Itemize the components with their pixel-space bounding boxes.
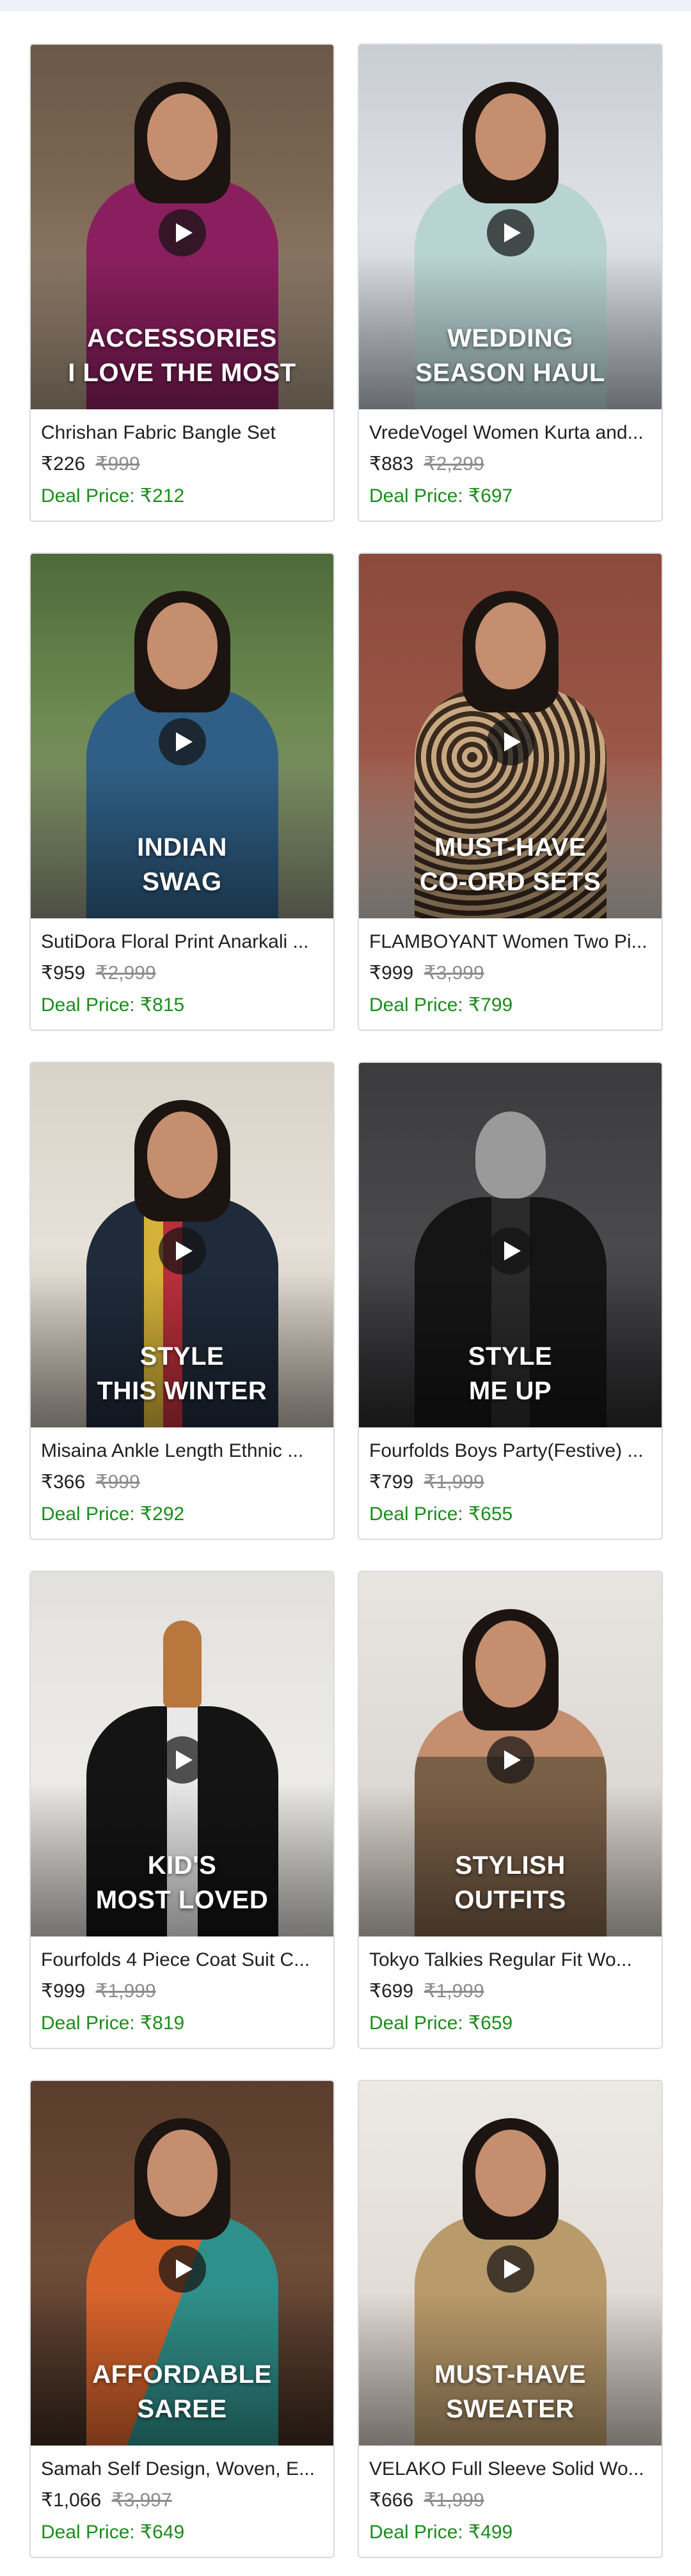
play-icon (175, 1241, 193, 1261)
selling-price: ₹1,066 (41, 2490, 102, 2511)
original-price: ₹2,299 (424, 453, 484, 475)
product-card[interactable]: KID'S MOST LOVED Fourfolds 4 Piece Coat … (29, 1571, 335, 2049)
original-price: ₹999 (95, 453, 140, 475)
selling-price: ₹799 (369, 1472, 414, 1493)
product-video-grid: ACCESSORIES I LOVE THE MOST Chrishan Fab… (29, 43, 663, 2558)
product-name[interactable]: Fourfolds 4 Piece Coat Suit C... (41, 1948, 323, 1972)
video-thumbnail[interactable]: STYLISH OUTFITS (359, 1572, 662, 1936)
video-thumbnail[interactable]: STYLE ME UP (359, 1063, 662, 1427)
product-name[interactable]: Misaina Ankle Length Ethnic ... (41, 1439, 323, 1463)
selling-price: ₹999 (369, 962, 414, 984)
product-card[interactable]: STYLISH OUTFITS Tokyo Talkies Regular Fi… (358, 1571, 663, 2049)
play-button[interactable] (486, 1736, 534, 1784)
deal-price: Deal Price: ₹649 (41, 2522, 185, 2543)
selling-price: ₹699 (369, 1981, 414, 2002)
play-button[interactable] (486, 1227, 534, 1275)
deal-price: Deal Price: ₹292 (41, 1504, 185, 1525)
selling-price: ₹366 (41, 1472, 86, 1493)
play-icon (504, 1750, 521, 1770)
product-card[interactable]: MUST-HAVE SWEATER VELAKO Full Sleeve Sol… (358, 2080, 663, 2558)
play-button[interactable] (486, 2245, 534, 2293)
original-price: ₹999 (95, 1472, 140, 1493)
play-icon (504, 1241, 521, 1261)
play-icon (504, 223, 521, 242)
deal-price: Deal Price: ₹815 (41, 994, 185, 1016)
video-thumbnail[interactable]: STYLE THIS WINTER (31, 1063, 333, 1427)
play-icon (175, 732, 193, 751)
selling-price: ₹999 (41, 1981, 86, 2002)
product-name[interactable]: Tokyo Talkies Regular Fit Wo... (369, 1948, 651, 1972)
product-name[interactable]: VredeVogel Women Kurta and... (369, 421, 651, 445)
product-name[interactable]: Samah Self Design, Woven, E... (41, 2457, 323, 2481)
video-thumbnail[interactable]: INDIAN SWAG (31, 554, 333, 918)
video-overlay-title: STYLISH OUTFITS (454, 1851, 566, 1914)
product-card[interactable]: AFFORDABLE SAREE Samah Self Design, Wove… (29, 2080, 335, 2558)
top-strip (0, 0, 691, 12)
video-overlay-title: AFFORDABLE SAREE (92, 2360, 272, 2423)
play-icon (175, 223, 193, 242)
video-thumbnail[interactable]: KID'S MOST LOVED (31, 1572, 333, 1936)
deal-price: Deal Price: ₹499 (369, 2522, 513, 2543)
video-overlay-title: KID'S MOST LOVED (95, 1851, 269, 1914)
deal-price: Deal Price: ₹212 (41, 485, 185, 507)
product-card[interactable]: ACCESSORIES I LOVE THE MOST Chrishan Fab… (29, 43, 335, 522)
original-price: ₹1,999 (424, 1981, 484, 2002)
video-thumbnail[interactable]: MUST-HAVE SWEATER (359, 2081, 662, 2446)
play-button[interactable] (158, 2245, 206, 2293)
video-overlay-title: STYLE THIS WINTER (97, 1342, 267, 1405)
product-name[interactable]: Fourfolds Boys Party(Festive) ... (369, 1439, 651, 1463)
video-thumbnail[interactable]: AFFORDABLE SAREE (31, 2081, 333, 2446)
play-button[interactable] (486, 718, 534, 766)
product-card[interactable]: WEDDING SEASON HAUL VredeVogel Women Kur… (358, 43, 663, 522)
selling-price: ₹883 (369, 453, 414, 475)
product-card[interactable]: INDIAN SWAG SutiDora Floral Print Anarka… (29, 553, 335, 1031)
product-name[interactable]: Chrishan Fabric Bangle Set (41, 421, 323, 445)
video-overlay-title: INDIAN SWAG (137, 833, 227, 896)
product-card[interactable]: STYLE ME UP Fourfolds Boys Party(Festive… (358, 1062, 663, 1540)
play-icon (504, 732, 521, 751)
play-button[interactable] (158, 1227, 206, 1275)
play-icon (175, 2259, 193, 2279)
deal-price: Deal Price: ₹659 (369, 2013, 513, 2034)
original-price: ₹1,999 (424, 2490, 484, 2511)
play-icon (504, 2259, 521, 2279)
video-thumbnail[interactable]: MUST-HAVE CO-ORD SETS (359, 554, 662, 918)
video-overlay-title: STYLE ME UP (468, 1342, 553, 1405)
video-overlay-title: ACCESSORIES I LOVE THE MOST (68, 324, 296, 387)
selling-price: ₹959 (41, 962, 86, 984)
original-price: ₹1,999 (95, 1981, 156, 2002)
original-price: ₹2,999 (95, 962, 156, 984)
deal-price: Deal Price: ₹697 (369, 485, 513, 507)
deal-price: Deal Price: ₹655 (369, 1504, 513, 1525)
product-card[interactable]: MUST-HAVE CO-ORD SETS FLAMBOYANT Women T… (358, 553, 663, 1031)
selling-price: ₹226 (41, 453, 86, 475)
video-overlay-title: MUST-HAVE SWEATER (434, 2360, 587, 2423)
deal-price: Deal Price: ₹799 (369, 994, 513, 1016)
play-button[interactable] (158, 1736, 206, 1784)
original-price: ₹3,999 (424, 962, 484, 984)
play-button[interactable] (158, 718, 206, 766)
selling-price: ₹666 (369, 2490, 414, 2511)
product-name[interactable]: FLAMBOYANT Women Two Pi... (369, 930, 651, 954)
product-card[interactable]: STYLE THIS WINTER Misaina Ankle Length E… (29, 1062, 335, 1540)
play-button[interactable] (486, 209, 534, 256)
play-button[interactable] (158, 209, 206, 256)
play-icon (175, 1750, 193, 1770)
deal-price: Deal Price: ₹819 (41, 2013, 185, 2034)
product-name[interactable]: SutiDora Floral Print Anarkali ... (41, 930, 323, 954)
original-price: ₹3,997 (111, 2490, 172, 2511)
video-thumbnail[interactable]: WEDDING SEASON HAUL (359, 45, 662, 409)
video-overlay-title: MUST-HAVE CO-ORD SETS (419, 833, 601, 896)
original-price: ₹1,999 (424, 1472, 484, 1493)
video-thumbnail[interactable]: ACCESSORIES I LOVE THE MOST (31, 45, 333, 409)
video-overlay-title: WEDDING SEASON HAUL (415, 324, 605, 387)
product-name[interactable]: VELAKO Full Sleeve Solid Wo... (369, 2457, 651, 2481)
